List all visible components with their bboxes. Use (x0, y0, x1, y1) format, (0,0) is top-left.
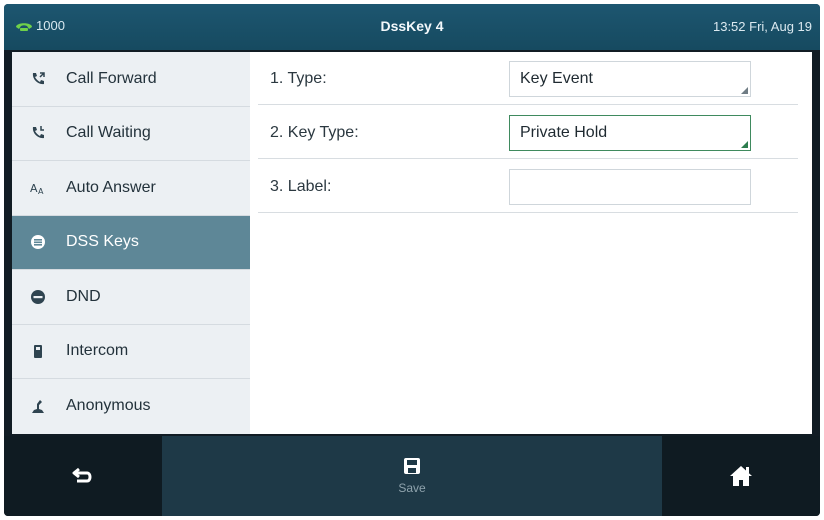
save-label: Save (398, 481, 426, 495)
sidebar-item-anonymous[interactable]: Anonymous (12, 379, 250, 434)
type-value: Key Event (520, 70, 593, 87)
dss-keys-icon (28, 232, 48, 252)
svg-text:A: A (38, 187, 44, 196)
sidebar-item-call-forward[interactable]: Call Forward (12, 52, 250, 107)
sidebar-item-dss-keys[interactable]: DSS Keys (12, 215, 250, 270)
key-type-label: 2. Key Type: (270, 124, 359, 141)
settings-form: 1. Type: Key Event 2. Key Type: Private … (250, 52, 812, 434)
svg-text:A: A (30, 182, 38, 195)
call-waiting-icon (28, 123, 48, 143)
key-type-select[interactable]: Private Hold (509, 115, 751, 151)
sidebar-item-label: Call Waiting (66, 124, 151, 142)
back-arrow-icon (72, 467, 92, 483)
label-label: 3. Label: (270, 178, 332, 195)
sidebar-item-label: DND (66, 287, 101, 305)
home-icon (730, 466, 752, 486)
type-select[interactable]: Key Event (509, 61, 751, 97)
sidebar-item-label: Intercom (66, 342, 129, 360)
form-row-key-type: 2. Key Type: Private Hold (258, 106, 798, 159)
type-label: 1. Type: (270, 70, 327, 87)
sidebar: Call Forward Call Waiting AA Auto Answer… (12, 52, 250, 434)
auto-answer-icon: AA (28, 178, 48, 198)
page-title: DssKey 4 (380, 18, 444, 34)
sidebar-item-label: Anonymous (66, 397, 151, 415)
form-row-label: 3. Label: (258, 160, 798, 213)
sidebar-item-label: Call Forward (66, 69, 157, 87)
sidebar-item-label: DSS Keys (66, 233, 139, 251)
sidebar-item-label: Auto Answer (66, 178, 156, 196)
save-icon (404, 458, 420, 474)
sidebar-item-auto-answer[interactable]: AA Auto Answer (12, 161, 250, 216)
dropdown-corner-icon (741, 87, 748, 94)
intercom-icon (28, 341, 48, 361)
key-type-value: Private Hold (520, 124, 608, 141)
sidebar-item-call-waiting[interactable]: Call Waiting (12, 107, 250, 161)
clock: 13:52 Fri, Aug 19 (712, 19, 812, 34)
status-bar: 1000 DssKey 4 13:52 Fri, Aug 19 (4, 4, 820, 50)
dropdown-corner-icon (741, 141, 748, 148)
dnd-icon (28, 287, 48, 307)
sidebar-item-intercom[interactable]: Intercom (12, 325, 250, 379)
back-button[interactable] (4, 436, 162, 516)
anonymous-icon (28, 396, 48, 416)
softkey-bar: Save (4, 436, 820, 516)
sidebar-item-dnd[interactable]: DND (12, 270, 250, 325)
label-input[interactable] (509, 169, 751, 205)
call-forward-icon (28, 69, 48, 89)
home-button[interactable] (662, 436, 820, 516)
save-button[interactable]: Save (162, 436, 662, 516)
phone-screen: 1000 DssKey 4 13:52 Fri, Aug 19 Call For… (4, 4, 820, 516)
form-row-type: 1. Type: Key Event (258, 52, 798, 105)
